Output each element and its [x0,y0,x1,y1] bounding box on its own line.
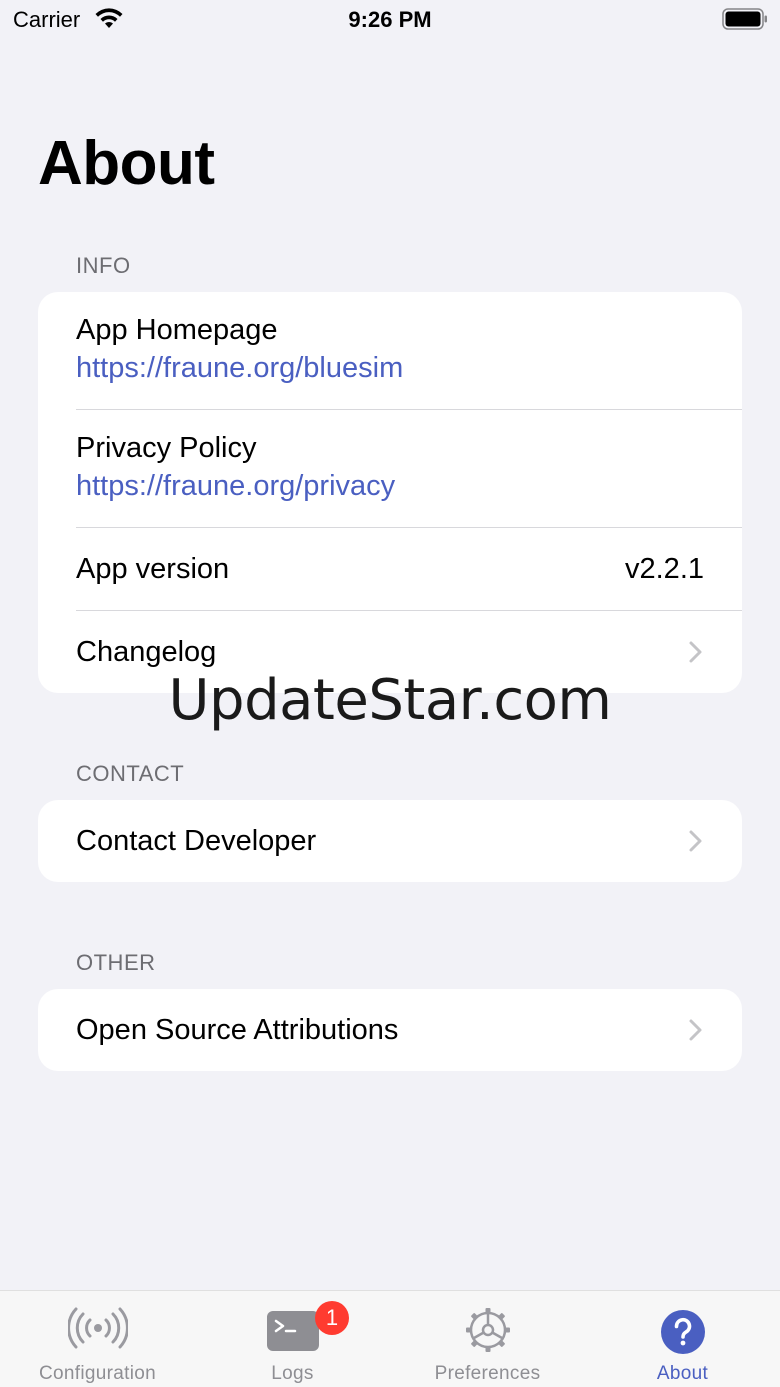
tab-label-preferences: Preferences [434,1363,541,1384]
chevron-right-icon [689,830,702,852]
tab-label-configuration: Configuration [39,1363,156,1384]
question-circle-icon [660,1310,705,1354]
contact-developer-row[interactable]: Contact Developer [38,800,742,882]
app-homepage-row[interactable]: App Homepage https://fraune.org/bluesim [38,292,742,410]
gear-icon [465,1308,510,1352]
battery-icon [722,8,767,30]
status-bar: Carrier 9:26 PM [0,0,780,40]
open-source-attributions-title: Open Source Attributions [76,1014,399,1046]
open-source-attributions-row[interactable]: Open Source Attributions [38,989,742,1071]
section-header-other: OTHER [76,950,156,975]
section-header-info: INFO [76,253,131,278]
privacy-policy-title: Privacy Policy [76,432,257,464]
app-version-value: v2.2.1 [625,553,704,585]
info-group: App Homepage https://fraune.org/bluesim … [38,292,742,693]
tab-label-about: About [656,1363,709,1384]
app-version-title: App version [76,553,230,585]
changelog-title: Changelog [76,636,217,668]
antenna-icon [67,1307,128,1349]
page-title: About [38,129,215,198]
logs-badge: 1 [315,1301,349,1335]
app-version-row: App version v2.2.1 [38,528,742,611]
tab-label-logs: Logs [271,1363,314,1384]
tab-about[interactable]: About [585,1291,780,1387]
tab-logs[interactable]: 1 Logs [195,1291,390,1387]
tab-configuration[interactable]: Configuration [0,1291,195,1387]
terminal-icon [266,1311,319,1351]
about-screen: Carrier 9:26 PM About INFO App Homepage … [0,0,780,1387]
contact-group: Contact Developer [38,800,742,882]
status-time: 9:26 PM [348,7,432,32]
tab-bar: Configuration 1 Logs Preferences About [0,1290,780,1387]
watermark-text: UpdateStar.com [168,668,612,733]
app-homepage-title: App Homepage [76,314,278,346]
section-header-contact: CONTACT [76,761,185,786]
contact-developer-title: Contact Developer [76,825,317,857]
chevron-right-icon [689,1019,702,1041]
privacy-policy-row[interactable]: Privacy Policy https://fraune.org/privac… [38,410,742,528]
privacy-policy-link[interactable]: https://fraune.org/privacy [76,470,395,503]
tab-preferences[interactable]: Preferences [390,1291,585,1387]
chevron-right-icon [689,641,702,663]
app-homepage-link[interactable]: https://fraune.org/bluesim [76,352,403,385]
other-group: Open Source Attributions [38,989,742,1071]
